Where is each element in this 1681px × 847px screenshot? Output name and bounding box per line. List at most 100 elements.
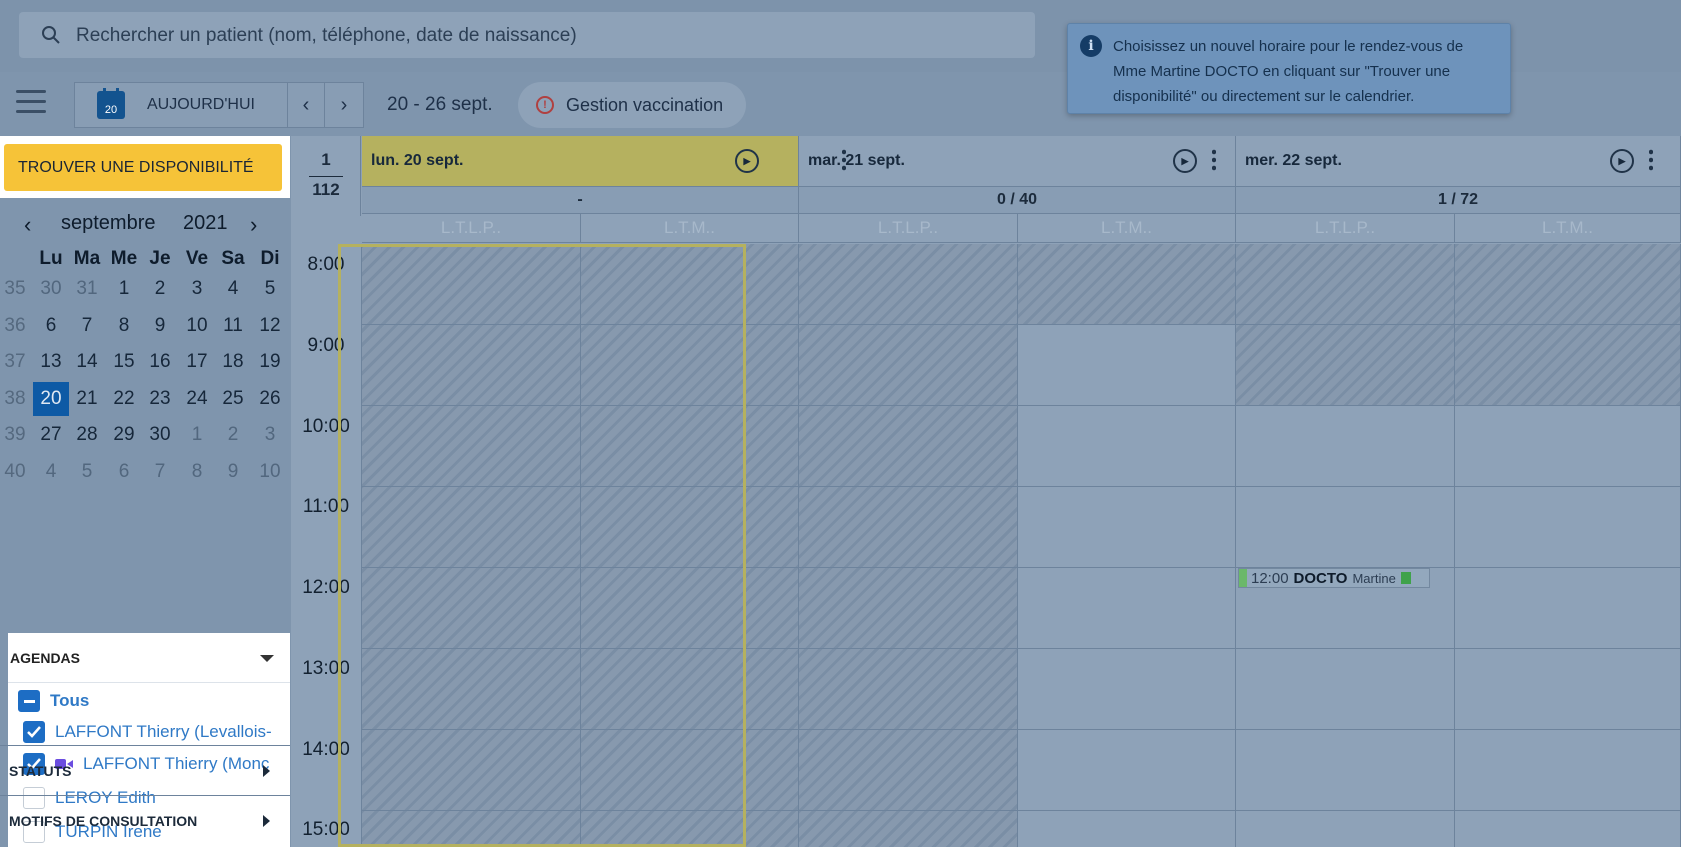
calendar-day[interactable]: 29	[106, 418, 142, 452]
calendar-day[interactable]: 13	[33, 345, 69, 379]
calendar-day[interactable]: 18	[215, 345, 251, 379]
vaccination-label: Gestion vaccination	[566, 94, 724, 115]
calendar-day[interactable]: 6	[106, 455, 142, 489]
statuts-section[interactable]: STATUTS	[0, 745, 290, 795]
calendar-day[interactable]: 4	[215, 272, 251, 306]
day-header-tue[interactable]: mar. 21 sept. ▶	[799, 136, 1236, 186]
calendar-day[interactable]: 26	[252, 382, 288, 416]
calendar-day[interactable]: 1	[106, 272, 142, 306]
calendar-day[interactable]: 5	[69, 455, 105, 489]
calendar-day[interactable]: 22	[106, 382, 142, 416]
calendar-day[interactable]: 21	[69, 382, 105, 416]
more-options-icon[interactable]	[1212, 148, 1216, 172]
practitioner-column-header: L.T.L.P..	[799, 213, 1018, 243]
calendar-day[interactable]: 10	[179, 309, 215, 343]
mini-calendar: ‹ septembre 2021 › Lu Ma Me Je Ve Sa Di 35 30 31 1…	[0, 198, 290, 632]
previous-week-button[interactable]: ‹	[287, 82, 325, 128]
calendar-day[interactable]: 17	[179, 345, 215, 379]
calendar-day[interactable]: 28	[69, 418, 105, 452]
calendar-day[interactable]: 30	[33, 272, 69, 306]
calendar-day[interactable]: 9	[215, 455, 251, 489]
calendar-day[interactable]: 30	[142, 418, 178, 452]
year-label[interactable]: 2021	[183, 212, 228, 235]
agenda-item-tous[interactable]: Tous	[18, 690, 89, 712]
calendar-day[interactable]: 23	[142, 382, 178, 416]
hamburger-menu-icon[interactable]	[16, 90, 46, 116]
motifs-section[interactable]: MOTIFS DE CONSULTATION	[0, 795, 290, 845]
today-button[interactable]: 20 AUJOURD'HUI	[74, 82, 288, 128]
calendar-day[interactable]: 10	[252, 455, 288, 489]
weekday-header: Ma	[73, 248, 101, 269]
vaccination-management-button[interactable]: ! Gestion vaccination	[518, 82, 746, 128]
document-icon	[1400, 572, 1411, 584]
calendar-day[interactable]: 27	[33, 418, 69, 452]
calendar-day[interactable]: 1	[179, 418, 215, 452]
slot-column[interactable]	[581, 244, 799, 847]
today-label: AUJOURD'HUI	[147, 96, 255, 113]
practitioner-column-header: L.T.M..	[1018, 213, 1236, 243]
week-number: 38	[4, 387, 26, 409]
video-consult-icon[interactable]: ▶	[1173, 149, 1197, 173]
next-week-button[interactable]: ›	[324, 82, 364, 128]
calendar-day[interactable]: 25	[215, 382, 251, 416]
day-header-wed[interactable]: mer. 22 sept. ▶	[1236, 136, 1681, 186]
calendar-day[interactable]: 24	[179, 382, 215, 416]
slot-column[interactable]	[799, 244, 1018, 847]
checkbox-checked[interactable]	[23, 721, 45, 743]
practitioner-column-header: L.T.M..	[581, 213, 799, 243]
calendar-day[interactable]: 11	[215, 309, 251, 343]
caret-right-icon	[263, 815, 270, 827]
calendar-day[interactable]: 5	[252, 272, 288, 306]
week-calendar: 1 112 lun. 20 sept. ▶ mar. 21 sept. ▶ me…	[291, 136, 1681, 847]
slot-column[interactable]	[362, 244, 581, 847]
calendar-day[interactable]: 4	[33, 455, 69, 489]
time-grid[interactable]	[362, 244, 1681, 847]
calendar-day[interactable]: 8	[106, 309, 142, 343]
agenda-item-laffont-levallois[interactable]: LAFFONT Thierry (Levallois-	[23, 721, 272, 743]
calendar-day[interactable]: 2	[215, 418, 251, 452]
weekday-header: Sa	[221, 248, 245, 269]
calendar-day[interactable]: 19	[252, 345, 288, 379]
slot-column[interactable]	[1455, 244, 1681, 847]
caret-down-icon	[260, 655, 274, 662]
calendar-day[interactable]: 6	[33, 309, 69, 343]
appointment-lastname: DOCTO	[1293, 569, 1348, 587]
find-availability-button[interactable]: TROUVER UNE DISPONIBILITÉ	[4, 144, 282, 191]
calendar-day[interactable]: 14	[69, 345, 105, 379]
next-month-icon[interactable]: ›	[250, 212, 257, 238]
weekday-header: Ve	[185, 248, 209, 269]
agendas-header[interactable]: AGENDAS	[8, 633, 290, 683]
agenda-label: Tous	[50, 691, 90, 710]
day-header-mon[interactable]: lun. 20 sept. ▶	[362, 136, 846, 186]
calendar-day[interactable]: 7	[142, 455, 178, 489]
checkbox-partial[interactable]	[18, 690, 40, 712]
calendar-day[interactable]: 7	[69, 309, 105, 343]
appointment-firstname: Martine	[1352, 570, 1396, 586]
calendar-day[interactable]: 3	[252, 418, 288, 452]
day-label: lun. 20 sept.	[371, 152, 464, 169]
calendar-day[interactable]: 9	[142, 309, 178, 343]
calendar-day[interactable]: 16	[142, 345, 178, 379]
week-summary: 1 112	[291, 136, 361, 216]
week-number: 37	[4, 351, 26, 372]
calendar-day[interactable]: 12	[252, 309, 288, 343]
video-consult-icon[interactable]: ▶	[1610, 149, 1634, 173]
slot-column[interactable]	[1018, 244, 1236, 847]
video-consult-icon[interactable]: ▶	[735, 149, 759, 173]
calendar-day[interactable]: 2	[142, 272, 178, 306]
hour-label: 11:00	[302, 496, 350, 517]
appointment-block[interactable]: 12:00 DOCTO Martine	[1238, 568, 1430, 588]
time-column: 8:00 9:00 10:00 11:00 12:00 13:00 14:00 …	[291, 244, 362, 847]
more-options-icon[interactable]	[1649, 148, 1653, 172]
prev-month-icon[interactable]: ‹	[24, 212, 31, 238]
calendar-day[interactable]: 31	[69, 272, 105, 306]
slot-column[interactable]	[1236, 244, 1455, 847]
calendar-day[interactable]: 3	[179, 272, 215, 306]
calendar-day[interactable]: 8	[179, 455, 215, 489]
month-label[interactable]: septembre	[61, 212, 156, 235]
patient-search-input[interactable]: Rechercher un patient (nom, téléphone, d…	[19, 12, 1035, 58]
calendar-day[interactable]: 20	[33, 381, 69, 416]
day-count: -	[362, 186, 799, 213]
calendar-day[interactable]: 15	[106, 345, 142, 379]
agendas-title: AGENDAS	[10, 649, 81, 666]
